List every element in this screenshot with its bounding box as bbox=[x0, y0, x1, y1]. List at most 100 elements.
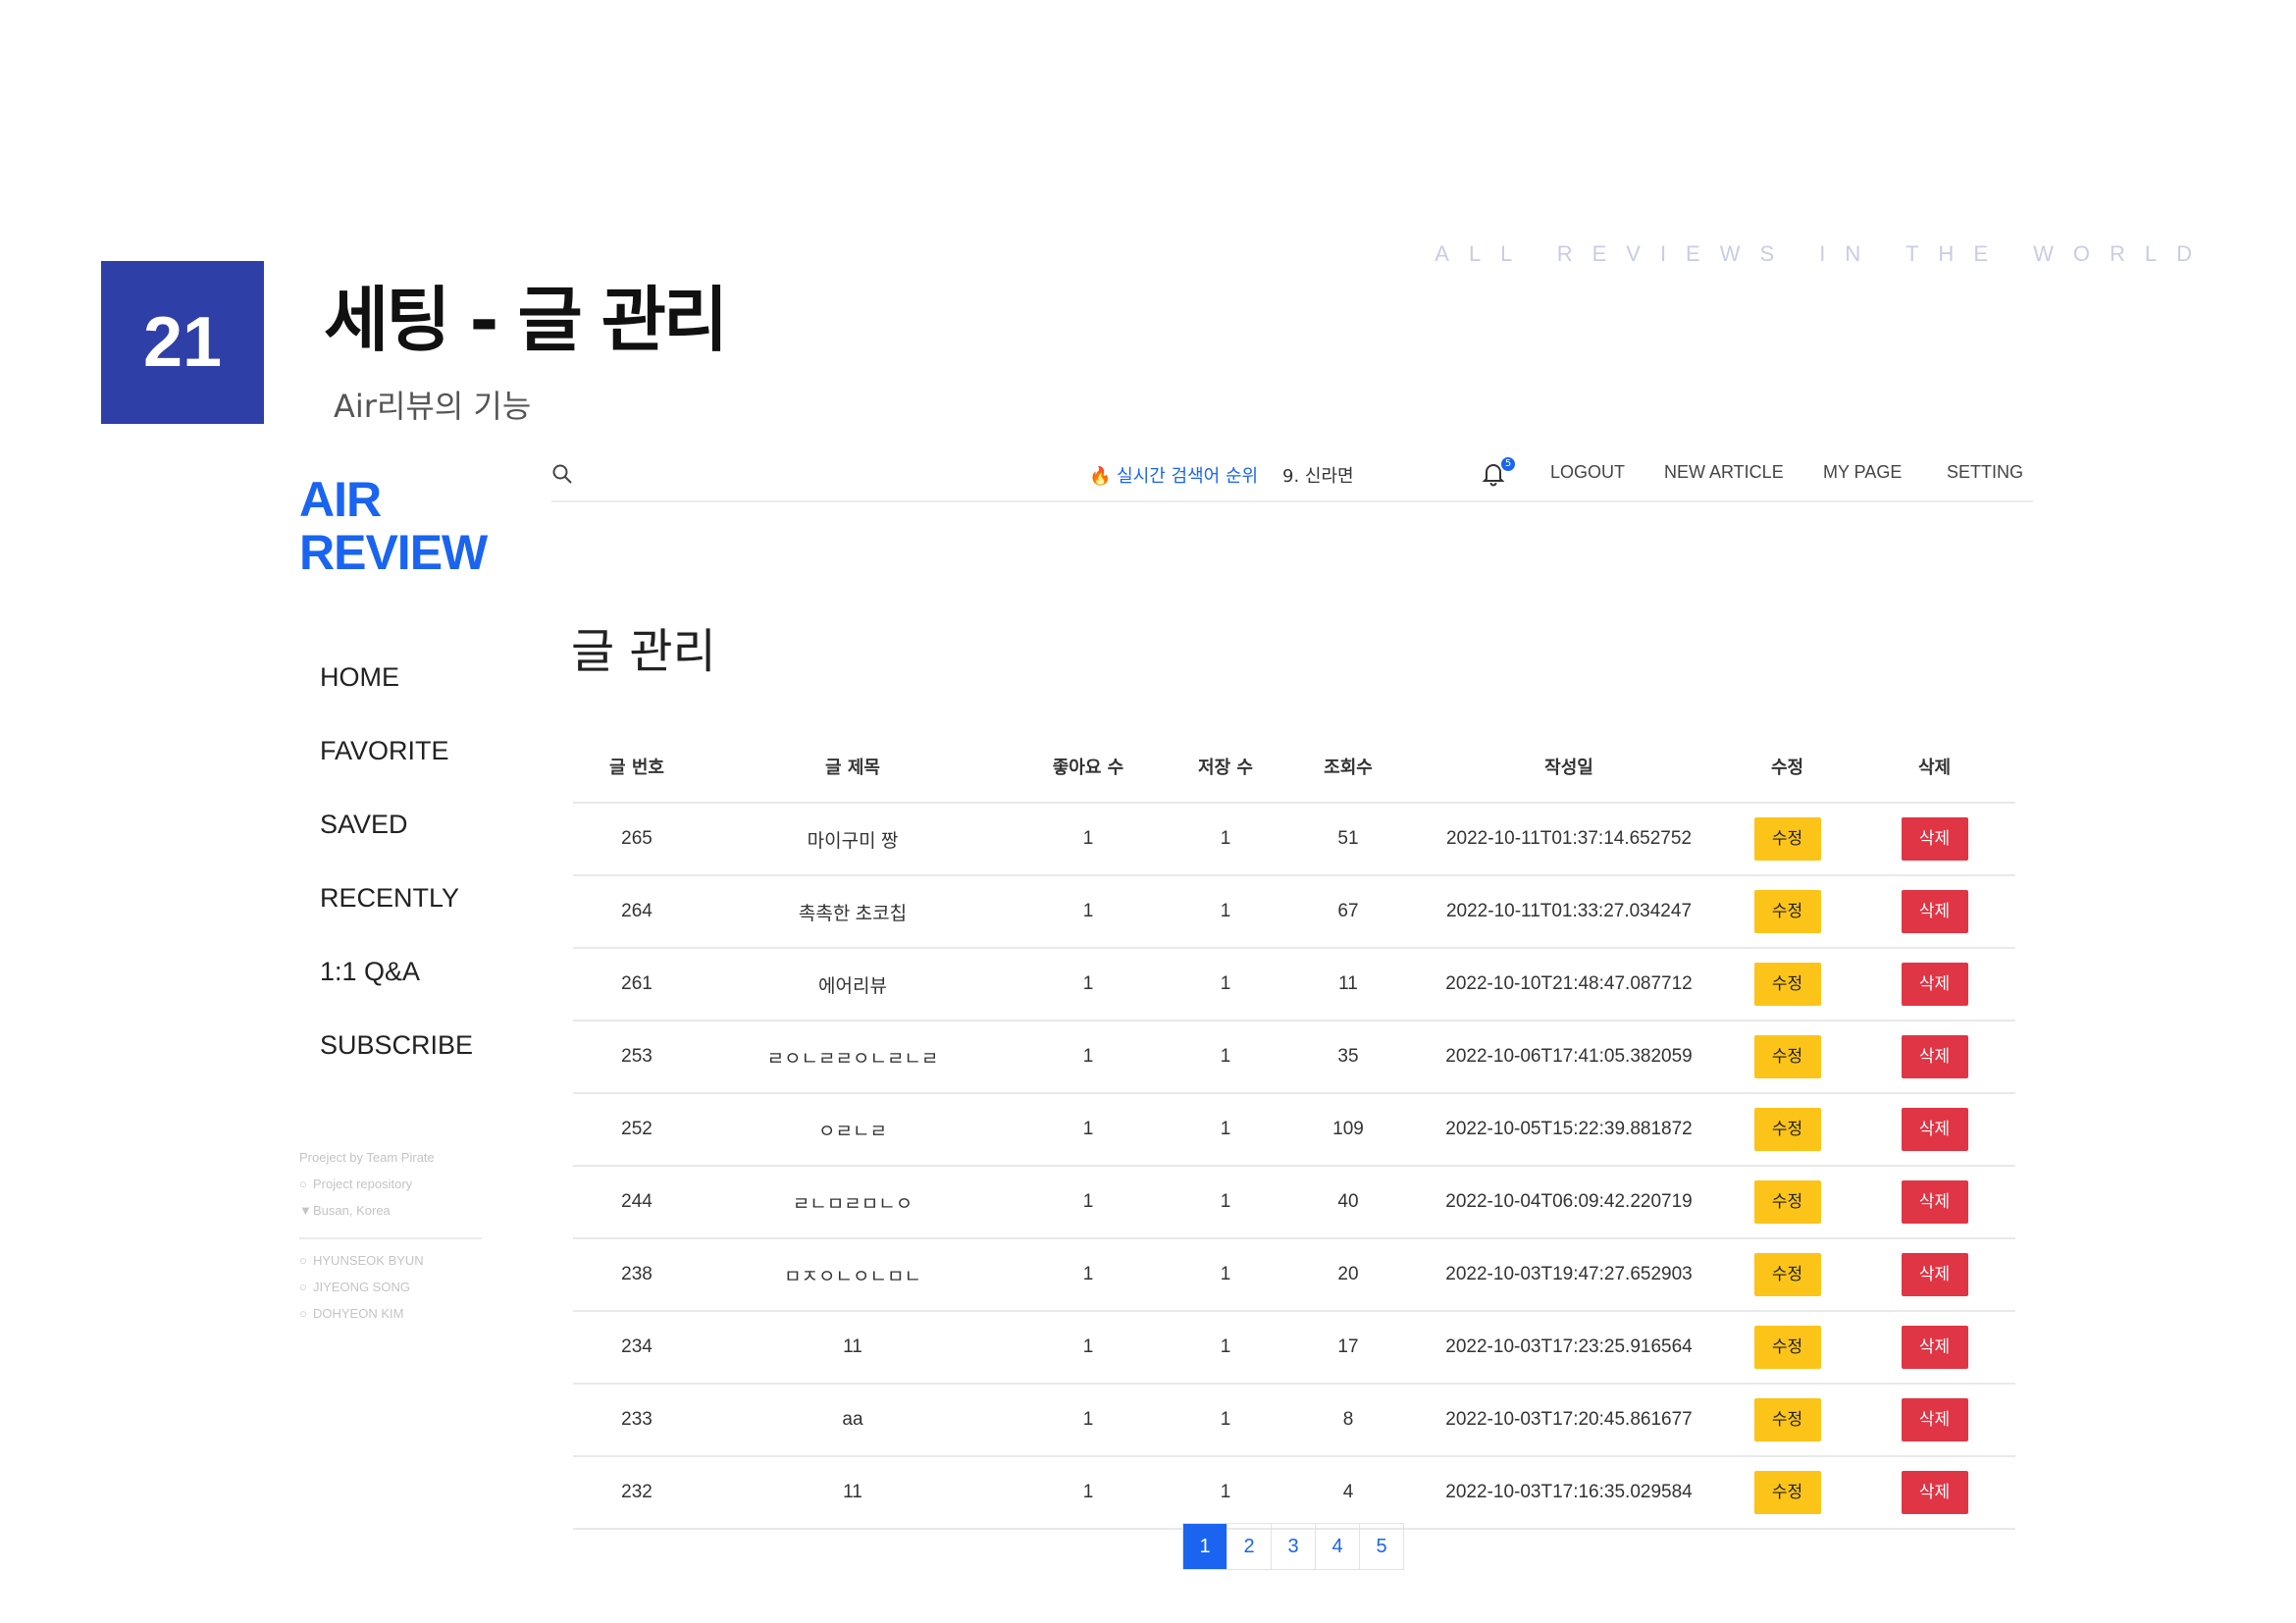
flame-icon: 🔥 bbox=[1089, 466, 1112, 487]
slide-title: 세팅 - 글 관리 bbox=[324, 279, 728, 361]
member-link[interactable]: ○ DOHYEON KIM bbox=[299, 1300, 482, 1327]
view-count: 40 bbox=[1279, 1166, 1417, 1239]
delete-button[interactable]: 삭제 bbox=[1901, 1180, 1968, 1224]
delete-cell: 삭제 bbox=[1853, 1093, 2015, 1167]
post-title[interactable]: 에어리뷰 bbox=[701, 948, 1005, 1021]
delete-button[interactable]: 삭제 bbox=[1901, 963, 1968, 1006]
logo-line-2: REVIEW bbox=[299, 525, 488, 580]
sidebar-item-home[interactable]: HOME bbox=[320, 655, 473, 729]
sidebar-item-saved[interactable]: SAVED bbox=[320, 803, 473, 876]
delete-button[interactable]: 삭제 bbox=[1901, 1253, 1968, 1296]
delete-button[interactable]: 삭제 bbox=[1901, 1108, 1968, 1151]
column-header: 글 번호 bbox=[573, 731, 701, 804]
post-title[interactable]: ㄹㅇㄴㄹㄹㅇㄴㄹㄴㄹ bbox=[701, 1021, 1005, 1094]
post-id: 261 bbox=[573, 948, 701, 1021]
post-title[interactable]: aa bbox=[701, 1384, 1005, 1457]
save-count: 1 bbox=[1172, 1456, 1279, 1530]
like-count: 1 bbox=[1005, 1166, 1172, 1239]
post-date: 2022-10-04T06:09:42.220719 bbox=[1417, 1166, 1721, 1239]
like-count: 1 bbox=[1005, 1093, 1172, 1167]
page-button[interactable]: 4 bbox=[1316, 1524, 1360, 1569]
table-row: 233 aa 1 1 8 2022-10-03T17:20:45.861677 수정 삭제 bbox=[573, 1384, 2015, 1457]
delete-button[interactable]: 삭제 bbox=[1901, 890, 1968, 933]
edit-button[interactable]: 수정 bbox=[1753, 963, 1821, 1006]
column-header: 저장 수 bbox=[1172, 731, 1279, 804]
edit-cell: 수정 bbox=[1721, 1238, 1853, 1312]
sidebar-item-favorite[interactable]: FAVORITE bbox=[320, 729, 473, 803]
repository-label: Project repository bbox=[313, 1177, 413, 1191]
edit-button[interactable]: 수정 bbox=[1753, 1398, 1821, 1441]
view-count: 20 bbox=[1279, 1238, 1417, 1312]
edit-button[interactable]: 수정 bbox=[1753, 1326, 1821, 1369]
member-name: HYUNSEOK BYUN bbox=[313, 1253, 424, 1268]
table-row: 234 11 1 1 17 2022-10-03T17:23:25.916564 수정 삭제 bbox=[573, 1311, 2015, 1385]
view-count: 109 bbox=[1279, 1093, 1417, 1167]
sidebar-footer: Proeject by Team Pirate ○ Project reposit… bbox=[299, 1144, 482, 1327]
post-title[interactable]: ㄹㄴㅁㄹㅁㄴㅇ bbox=[701, 1166, 1005, 1239]
page-button[interactable]: 1 bbox=[1183, 1524, 1227, 1569]
post-date: 2022-10-03T17:20:45.861677 bbox=[1417, 1384, 1721, 1457]
delete-button[interactable]: 삭제 bbox=[1901, 1398, 1968, 1441]
like-count: 1 bbox=[1005, 803, 1172, 876]
edit-cell: 수정 bbox=[1721, 1384, 1853, 1457]
member-link[interactable]: ○ JIYEONG SONG bbox=[299, 1274, 482, 1300]
post-id: 264 bbox=[573, 875, 701, 949]
top-bar: 🔥 실시간 검색어 순위 9. 신라면 5 LOGOUT NEW ARTICLE… bbox=[551, 449, 2033, 502]
delete-button[interactable]: 삭제 bbox=[1901, 1035, 1968, 1078]
delete-cell: 삭제 bbox=[1853, 1456, 2015, 1530]
page-button[interactable]: 5 bbox=[1360, 1524, 1403, 1569]
edit-button[interactable]: 수정 bbox=[1753, 1035, 1821, 1078]
view-count: 51 bbox=[1279, 803, 1417, 876]
delete-button[interactable]: 삭제 bbox=[1901, 1326, 1968, 1369]
repository-link[interactable]: ○ Project repository bbox=[299, 1171, 482, 1197]
save-count: 1 bbox=[1172, 1311, 1279, 1385]
post-id: 244 bbox=[573, 1166, 701, 1239]
edit-button[interactable]: 수정 bbox=[1753, 1180, 1821, 1224]
save-count: 1 bbox=[1172, 875, 1279, 949]
search-icon[interactable] bbox=[551, 463, 573, 489]
table-row: 265 마이구미 짱 1 1 51 2022-10-11T01:37:14.652752 수… bbox=[573, 803, 2015, 876]
delete-button[interactable]: 삭제 bbox=[1901, 817, 1968, 861]
edit-cell: 수정 bbox=[1721, 875, 1853, 949]
post-title[interactable]: 11 bbox=[701, 1311, 1005, 1385]
view-count: 35 bbox=[1279, 1021, 1417, 1094]
post-id: 265 bbox=[573, 803, 701, 876]
sidebar-item-qna[interactable]: 1:1 Q&A bbox=[320, 950, 473, 1023]
trending-item[interactable]: 9. 신라면 bbox=[1282, 462, 1354, 488]
post-title[interactable]: ㅇㄹㄴㄹ bbox=[701, 1093, 1005, 1167]
slide-tagline: ALL REVIEWS IN THE WORLD bbox=[1435, 241, 2212, 266]
post-title[interactable]: ㅁㅈㅇㄴㅇㄴㅁㄴ bbox=[701, 1238, 1005, 1312]
sidebar-item-subscribe[interactable]: SUBSCRIBE bbox=[320, 1023, 473, 1097]
app-logo[interactable]: AIR REVIEW bbox=[299, 473, 488, 580]
save-count: 1 bbox=[1172, 948, 1279, 1021]
post-date: 2022-10-11T01:33:27.034247 bbox=[1417, 875, 1721, 949]
my-page-link[interactable]: MY PAGE bbox=[1823, 462, 1902, 483]
sidebar-item-recently[interactable]: RECENTLY bbox=[320, 876, 473, 950]
edit-button[interactable]: 수정 bbox=[1753, 1253, 1821, 1296]
setting-link[interactable]: SETTING bbox=[1947, 462, 2023, 483]
slide-number: 21 bbox=[101, 261, 264, 424]
view-count: 11 bbox=[1279, 948, 1417, 1021]
delete-cell: 삭제 bbox=[1853, 948, 2015, 1021]
table-header-row: 글 번호 글 제목 좋아요 수 저장 수 조회수 작성일 수정 삭제 bbox=[573, 731, 2015, 804]
column-header: 조회수 bbox=[1279, 731, 1417, 804]
edit-button[interactable]: 수정 bbox=[1753, 1108, 1821, 1151]
page-button[interactable]: 2 bbox=[1227, 1524, 1272, 1569]
save-count: 1 bbox=[1172, 1384, 1279, 1457]
edit-cell: 수정 bbox=[1721, 1021, 1853, 1094]
edit-button[interactable]: 수정 bbox=[1753, 890, 1821, 933]
new-article-link[interactable]: NEW ARTICLE bbox=[1664, 462, 1784, 483]
post-title[interactable]: 11 bbox=[701, 1456, 1005, 1530]
page-button[interactable]: 3 bbox=[1272, 1524, 1316, 1569]
post-title[interactable]: 마이구미 짱 bbox=[701, 803, 1005, 876]
edit-button[interactable]: 수정 bbox=[1753, 817, 1821, 861]
post-date: 2022-10-11T01:37:14.652752 bbox=[1417, 803, 1721, 876]
post-id: 232 bbox=[573, 1456, 701, 1530]
logout-link[interactable]: LOGOUT bbox=[1550, 462, 1625, 483]
edit-button[interactable]: 수정 bbox=[1753, 1471, 1821, 1514]
member-link[interactable]: ○ HYUNSEOK BYUN bbox=[299, 1247, 482, 1274]
post-title[interactable]: 촉촉한 초코칩 bbox=[701, 875, 1005, 949]
save-count: 1 bbox=[1172, 1093, 1279, 1167]
delete-button[interactable]: 삭제 bbox=[1901, 1471, 1968, 1514]
delete-cell: 삭제 bbox=[1853, 1166, 2015, 1239]
